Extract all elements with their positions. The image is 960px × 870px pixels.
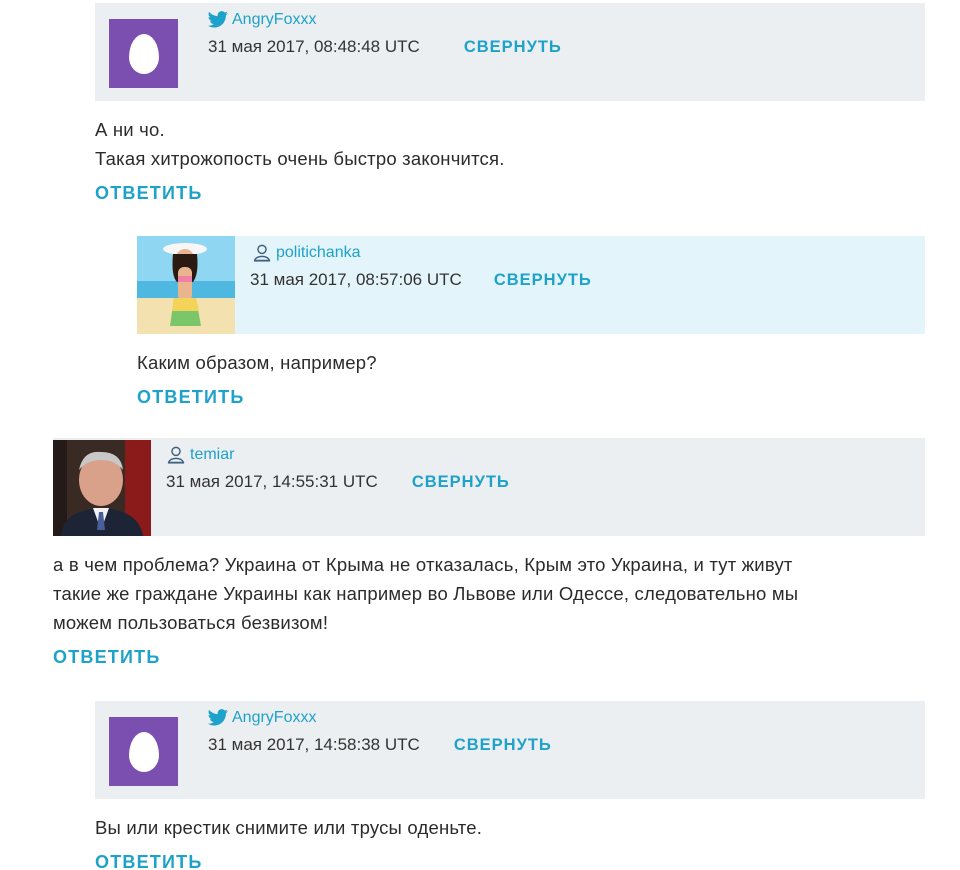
twitter-bird-icon [207, 709, 228, 726]
comment-text-line: Каким образом, например? [137, 352, 377, 373]
egg-icon [128, 731, 159, 772]
comment-text: а в чем проблема? Украина от Крыма не от… [53, 550, 925, 637]
comment-text: Каким образом, например? [137, 348, 925, 377]
comment: temiar 31 мая 2017, 14:55:31 UTC СВЕРНУТ… [53, 438, 925, 668]
site-user-icon [253, 244, 271, 262]
comment-text-line: можем пользоваться безвизом! [53, 612, 329, 633]
comment-author[interactable]: AngryFoxxx [207, 709, 316, 727]
comment-header: temiar 31 мая 2017, 14:55:31 UTC СВЕРНУТ… [53, 438, 925, 536]
collapse-button[interactable]: СВЕРНУТЬ [454, 736, 552, 755]
comment-timestamp: 31 мая 2017, 14:58:38 UTC [208, 735, 420, 754]
man-photo-image [53, 440, 151, 536]
reply-button[interactable]: ОТВЕТИТЬ [95, 183, 202, 204]
comment-text-line: а в чем проблема? Украина от Крыма не от… [53, 554, 793, 575]
comment-timestamp: 31 мая 2017, 14:55:31 UTC [166, 472, 378, 491]
collapse-button[interactable]: СВЕРНУТЬ [494, 271, 592, 290]
twitter-bird-icon [207, 11, 228, 28]
comment-header: AngryFoxxx 31 мая 2017, 08:48:48 UTC СВЕ… [95, 3, 925, 101]
man-photo-avatar[interactable] [53, 440, 151, 536]
reply-button[interactable]: ОТВЕТИТЬ [53, 647, 160, 668]
comment: AngryFoxxx 31 мая 2017, 08:48:48 UTC СВЕ… [95, 3, 925, 204]
author-name: AngryFoxxx [232, 11, 317, 28]
comment-author[interactable]: politichanka [251, 244, 361, 262]
comment-header: AngryFoxxx 31 мая 2017, 14:58:38 UTC СВЕ… [95, 701, 925, 799]
author-name: temiar [190, 446, 235, 463]
egg-avatar[interactable] [109, 19, 178, 88]
comment-meta: 31 мая 2017, 14:55:31 UTC СВЕРНУТЬ [166, 472, 510, 492]
author-name: AngryFoxxx [232, 709, 317, 726]
comment-timestamp: 31 мая 2017, 08:48:48 UTC [208, 37, 420, 56]
comment-author[interactable]: temiar [165, 446, 234, 464]
reply-button[interactable]: ОТВЕТИТЬ [137, 387, 244, 408]
comment-text: А ни чо. Такая хитрожопость очень быстро… [95, 115, 925, 173]
collapse-button[interactable]: СВЕРНУТЬ [464, 38, 562, 57]
egg-avatar[interactable] [109, 717, 178, 786]
comment-text-line: А ни чо. [95, 119, 165, 140]
comment-text-line: такие же граждане Украины как например в… [53, 583, 799, 604]
comment-timestamp: 31 мая 2017, 08:57:06 UTC [250, 270, 462, 289]
comment-meta: 31 мая 2017, 14:58:38 UTC СВЕРНУТЬ [208, 735, 552, 755]
comment-meta: 31 мая 2017, 08:57:06 UTC СВЕРНУТЬ [250, 270, 592, 290]
comment-text: Вы или крестик снимите или трусы оденьте… [95, 813, 925, 842]
comment: politichanka 31 мая 2017, 08:57:06 UTC С… [137, 236, 925, 408]
comment-author[interactable]: AngryFoxxx [207, 11, 316, 29]
site-user-icon [167, 446, 185, 464]
comment-text-line: Такая хитрожопость очень быстро закончит… [95, 148, 505, 169]
collapse-button[interactable]: СВЕРНУТЬ [412, 473, 510, 492]
comment-meta: 31 мая 2017, 08:48:48 UTC СВЕРНУТЬ [208, 37, 562, 57]
author-name: politichanka [276, 244, 361, 261]
comment-text-line: Вы или крестик снимите или трусы оденьте… [95, 817, 483, 838]
beach-girl-image [137, 236, 235, 334]
comment: AngryFoxxx 31 мая 2017, 14:58:38 UTC СВЕ… [95, 701, 925, 870]
egg-icon [128, 33, 159, 74]
beach-girl-avatar[interactable] [137, 236, 235, 334]
reply-button[interactable]: ОТВЕТИТЬ [95, 852, 202, 870]
comment-header: politichanka 31 мая 2017, 08:57:06 UTC С… [137, 236, 925, 334]
